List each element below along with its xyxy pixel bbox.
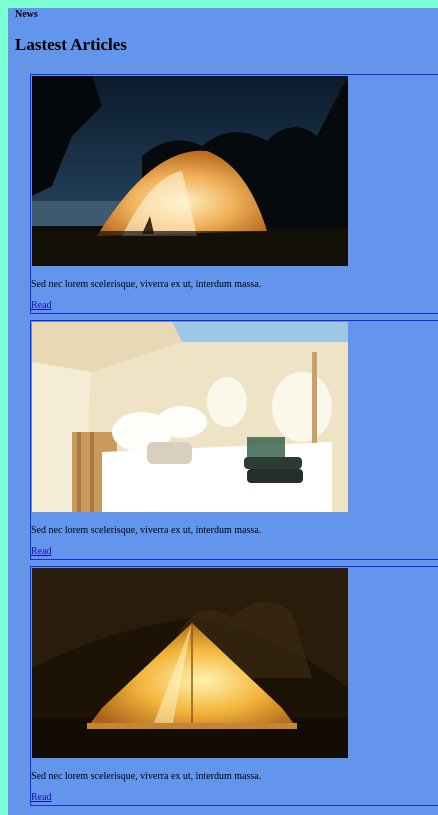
page: News Lastest Articles Sed nec lorem scel…	[8, 8, 438, 815]
nav-news-label: News	[15, 9, 38, 20]
article-card: Sed nec lorem scelerisque, viverra ex ut…	[30, 566, 438, 806]
article-card: Sed nec lorem scelerisque, viverra ex ut…	[30, 320, 438, 560]
article-image-tent-night	[32, 76, 348, 266]
page-title: Lastest Articles	[15, 35, 127, 54]
article-excerpt: Sed nec lorem scelerisque, viverra ex ut…	[31, 771, 262, 782]
article-image-bell-tent	[32, 568, 348, 758]
read-link[interactable]: Read	[31, 546, 52, 557]
articles-list: Sed nec lorem scelerisque, viverra ex ut…	[20, 66, 438, 815]
article-image-glamping-interior	[32, 322, 348, 512]
article-card: Sed nec lorem scelerisque, viverra ex ut…	[30, 74, 438, 314]
read-link[interactable]: Read	[31, 792, 52, 803]
article-excerpt: Sed nec lorem scelerisque, viverra ex ut…	[31, 279, 262, 290]
read-link[interactable]: Read	[31, 300, 52, 311]
article-excerpt: Sed nec lorem scelerisque, viverra ex ut…	[31, 525, 262, 536]
